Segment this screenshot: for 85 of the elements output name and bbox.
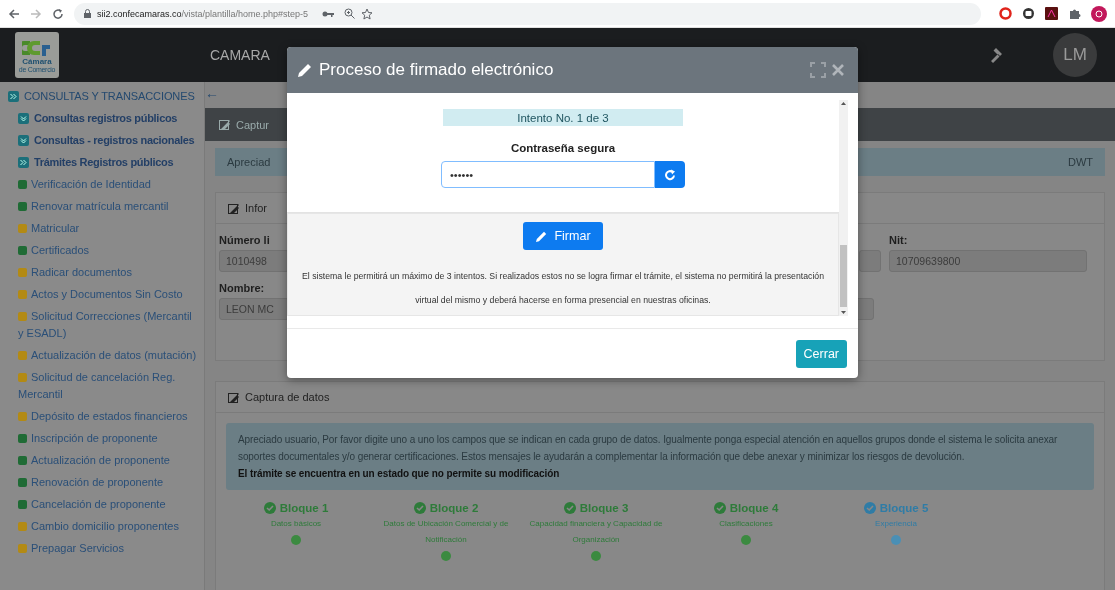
- nav-item[interactable]: Consultas - registros nacionales: [8, 132, 204, 149]
- panel-title: Captur: [236, 118, 270, 131]
- back-icon[interactable]: [8, 7, 20, 20]
- close-button[interactable]: Cerrar: [795, 339, 847, 368]
- step-title[interactable]: Bloque 5: [863, 502, 929, 514]
- refresh-button[interactable]: [655, 161, 685, 188]
- nav-item[interactable]: Renovar matrícula mercantil: [18, 198, 198, 215]
- notice-text: DWT: [1067, 156, 1093, 168]
- step-title[interactable]: Bloque 1: [263, 502, 329, 514]
- nav-item[interactable]: Renovación de proponente: [18, 474, 198, 491]
- address-bar[interactable]: sii2.confecamaras.co/vista/plantilla/home.php#step-5: [74, 2, 981, 25]
- lock-icon: [84, 9, 91, 18]
- nav-item[interactable]: Cambio domicilio proponentes: [18, 518, 198, 535]
- circle-icon[interactable]: [1022, 7, 1035, 20]
- nav-item[interactable]: CONSULTAS Y TRANSACCIONES: [8, 88, 204, 105]
- reload-icon[interactable]: [52, 7, 64, 20]
- nav-item[interactable]: Actualización de proponente: [18, 452, 198, 469]
- nav-item[interactable]: Certificados: [18, 242, 198, 259]
- notice-text: El sistema le permitirá un máximo de 3 intentos. Si realizados estos no se logra firmar el trámite, el sistema no permitirá la presentación virtual del mismo y deberá hacerse en forma presencial en nuestras oficinas.: [302, 270, 824, 307]
- nav-item[interactable]: Verificación de Identidad: [18, 176, 198, 193]
- nav-item[interactable]: Consultas registros públicos: [8, 110, 204, 127]
- card-title: Captura de datos: [245, 391, 330, 403]
- step-title[interactable]: Bloque 4: [713, 502, 779, 514]
- nav-item[interactable]: Radicar documentos: [18, 264, 198, 281]
- check-circle-icon: [413, 502, 426, 514]
- step-subtitle: Capacidad financiera y Capacidad de Organización: [528, 518, 664, 546]
- scroll-up-icon: [841, 102, 846, 105]
- nav-item[interactable]: Solicitud Correcciones (Mercantil y ESADL): [18, 308, 198, 342]
- notice-text: Apreciad: [227, 156, 271, 168]
- zoom-icon[interactable]: [344, 8, 356, 19]
- logo-text: Cámara: [22, 57, 52, 66]
- edit-icon: [228, 202, 239, 214]
- field-label: Nit:: [889, 234, 909, 246]
- nav-item[interactable]: Depósito de estados financieros: [18, 408, 198, 425]
- sign-button[interactable]: Firmar: [523, 222, 603, 250]
- check-circle-icon: [863, 502, 876, 514]
- scroll-down-icon: [841, 311, 846, 314]
- alert-message: Apreciado usuario, Por favor digite uno a uno los campos que se indican en cada grupo de datos. Igualmente ponga especial atención en aquellos grupos donde el sistema le solicita anexar soportes documentales y/o generar certificaciones. Estos mensajes le ayudarán a complementar la información que debe anexar y minimizar los riesgos de devolución.: [238, 434, 1058, 462]
- star-icon[interactable]: [361, 7, 374, 20]
- password-field[interactable]: ••••••: [441, 161, 655, 188]
- document-icon[interactable]: [1045, 7, 1058, 20]
- ring-icon[interactable]: [999, 7, 1012, 20]
- nav-item[interactable]: Actualización de datos (mutación): [18, 347, 198, 364]
- pencil-icon: [535, 229, 549, 243]
- step-subtitle: Datos de Ubicación Comercial y de Notificación: [382, 518, 510, 546]
- pencil-icon: [297, 62, 313, 78]
- check-circle-icon: [563, 502, 576, 514]
- input-field: [859, 250, 881, 272]
- nav-item[interactable]: Actos y Documentos Sin Costo: [18, 286, 198, 303]
- nav-item[interactable]: Prepagar Servicios: [18, 540, 198, 557]
- back-arrow[interactable]: ←: [205, 82, 219, 102]
- input-field: LEON MC: [219, 298, 289, 320]
- refresh-icon: [664, 168, 676, 181]
- puzzle-icon[interactable]: [1068, 7, 1081, 20]
- step-subtitle: Clasificaciones: [719, 518, 773, 530]
- nav-item[interactable]: Trámites Registros públicos: [8, 154, 204, 171]
- input-field: 1010498: [219, 250, 289, 272]
- field-label: Nombre:: [219, 282, 266, 294]
- edit-icon: [228, 391, 239, 403]
- nav-item[interactable]: Solicitud de cancelación Reg. Mercantil: [18, 369, 198, 403]
- nav-item[interactable]: Matricular: [18, 220, 198, 237]
- step-title[interactable]: Bloque 2: [413, 502, 479, 514]
- alert-warning: El trámite se encuentra en un estado que no permite su modificación: [238, 467, 561, 481]
- app-title: CAMARA: [210, 47, 271, 63]
- modal-title: Proceso de firmado electrónico: [319, 60, 555, 80]
- scrollbar-thumb[interactable]: [840, 245, 847, 307]
- user-avatar[interactable]: LM: [1053, 33, 1097, 77]
- step-subtitle: Experiencia: [875, 518, 917, 530]
- edit-icon: [219, 119, 230, 130]
- url-text: sii2.confecamaras.co/vista/plantilla/home.php#step-5: [97, 8, 309, 19]
- check-circle-icon: [263, 502, 276, 514]
- attempt-banner: Intento No. 1 de 3: [443, 109, 683, 126]
- profile-icon[interactable]: [1091, 5, 1107, 22]
- logo-mark-icon: [22, 39, 52, 57]
- scrollbar[interactable]: [839, 100, 848, 316]
- step-title[interactable]: Bloque 3: [563, 502, 629, 514]
- nav-item[interactable]: Cancelación de proponente: [18, 496, 198, 513]
- field-label: Contraseña segura: [510, 142, 616, 154]
- key-icon[interactable]: [322, 9, 335, 18]
- step-subtitle: Datos básicos: [270, 518, 322, 530]
- input-field: 10709639800: [889, 250, 1087, 272]
- nav-item[interactable]: Inscripción de proponente: [18, 430, 198, 447]
- check-circle-icon: [713, 502, 726, 514]
- card-title: Infor: [245, 202, 267, 214]
- field-label: Número li: [219, 234, 271, 246]
